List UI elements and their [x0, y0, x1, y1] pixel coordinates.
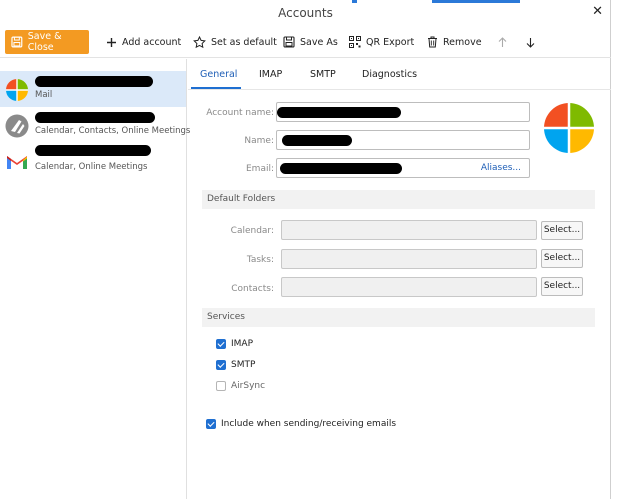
checkbox-checked-icon: [216, 360, 226, 370]
account-subtitle: Mail: [35, 90, 53, 100]
account-item[interactable]: Calendar, Online Meetings: [0, 143, 186, 179]
smtp-checkbox[interactable]: SMTP: [216, 360, 255, 370]
save-close-button[interactable]: Save & Close: [5, 30, 89, 54]
account-details: General IMAP SMTP Diagnostics Account na…: [188, 59, 611, 499]
contacts-select-button[interactable]: Select...: [541, 277, 583, 296]
title-bar: Accounts ✕: [0, 0, 611, 26]
imap-label: IMAP: [231, 339, 254, 349]
name-field[interactable]: [276, 130, 530, 150]
remove-label: Remove: [443, 36, 482, 48]
redacted-account-name: [35, 76, 153, 87]
calendar-select-button[interactable]: Select...: [541, 221, 583, 240]
tab-bar: General IMAP SMTP Diagnostics: [188, 59, 611, 90]
account-list: Mail Calendar, Contacts, Online Meetings…: [0, 59, 190, 499]
calendar-folder-field: [281, 220, 537, 240]
add-account-label: Add account: [122, 36, 182, 48]
redacted-value: [277, 107, 401, 118]
microsoft-logo-icon: [544, 103, 594, 153]
account-item[interactable]: Mail: [0, 71, 186, 107]
toolbar: Save & Close Add account Set as default …: [0, 26, 611, 58]
redacted-value: [282, 135, 352, 146]
account-subtitle: Calendar, Online Meetings: [35, 162, 148, 172]
gmail-logo-icon: [7, 156, 27, 169]
include-sending-label: Include when sending/receiving emails: [221, 419, 397, 429]
qr-export-label: QR Export: [366, 36, 415, 48]
redacted-account-name: [35, 112, 155, 123]
background-fragment: [352, 0, 357, 3]
accounts-window: Accounts ✕ Save & Close Add account Set …: [0, 0, 611, 499]
qr-export-button[interactable]: QR Export: [349, 30, 414, 54]
arrow-down-icon: [526, 37, 535, 48]
contacts-folder-field: [281, 277, 537, 297]
save-icon: [283, 36, 295, 48]
set-default-label: Set as default: [211, 36, 277, 48]
account-name-field[interactable]: [276, 102, 530, 122]
account-item[interactable]: Calendar, Contacts, Online Meetings: [0, 107, 190, 143]
services-header: Services: [202, 308, 595, 327]
close-icon[interactable]: ✕: [592, 4, 603, 19]
checkbox-checked-icon: [206, 419, 216, 429]
save-as-label: Save As: [300, 36, 338, 48]
airsync-checkbox[interactable]: AirSync: [216, 381, 265, 391]
background-fragment: [432, 0, 520, 3]
person-icon: [5, 114, 29, 138]
active-tab-indicator: [191, 87, 241, 89]
tasks-select-button[interactable]: Select...: [541, 249, 583, 268]
tasks-label: Tasks:: [246, 255, 274, 265]
email-label: Email:: [245, 164, 274, 174]
checkbox-unchecked-icon: [216, 381, 226, 391]
tasks-folder-field: [281, 249, 537, 269]
background-strip: [611, 0, 636, 499]
window-title: Accounts: [278, 6, 333, 20]
qr-code-icon: [349, 36, 361, 48]
smtp-label: SMTP: [231, 360, 256, 370]
save-icon: [11, 36, 23, 48]
default-folders-header: Default Folders: [202, 190, 595, 209]
redacted-account-name: [35, 145, 151, 156]
remove-button[interactable]: Remove: [427, 30, 482, 54]
set-default-button[interactable]: Set as default: [193, 30, 277, 54]
email-field[interactable]: Aliases...: [276, 158, 530, 178]
include-sending-checkbox[interactable]: Include when sending/receiving emails: [206, 419, 396, 429]
calendar-label: Calendar:: [230, 226, 274, 236]
contacts-label: Contacts:: [231, 284, 274, 294]
star-icon: [193, 35, 206, 48]
save-close-label: Save & Close: [27, 31, 62, 53]
microsoft-logo-icon: [6, 79, 28, 101]
tab-diagnostics[interactable]: Diagnostics: [362, 69, 417, 80]
move-down-button[interactable]: [526, 30, 535, 54]
tab-general[interactable]: General: [200, 69, 237, 80]
imap-checkbox[interactable]: IMAP: [216, 339, 253, 349]
redacted-value: [280, 163, 402, 174]
account-name-label: Account name:: [206, 108, 274, 118]
tab-imap[interactable]: IMAP: [259, 69, 282, 80]
save-as-button[interactable]: Save As: [283, 30, 338, 54]
name-label: Name:: [244, 136, 274, 146]
plus-icon: [107, 37, 116, 47]
aliases-link[interactable]: Aliases...: [481, 163, 521, 173]
add-account-button[interactable]: Add account: [106, 30, 181, 54]
checkbox-checked-icon: [216, 339, 226, 349]
move-up-button[interactable]: [498, 30, 507, 54]
arrow-up-icon: [498, 36, 507, 47]
trash-icon: [428, 36, 437, 48]
tab-smtp[interactable]: SMTP: [310, 69, 336, 80]
account-subtitle: Calendar, Contacts, Online Meetings: [35, 126, 191, 136]
airsync-label: AirSync: [231, 381, 266, 391]
